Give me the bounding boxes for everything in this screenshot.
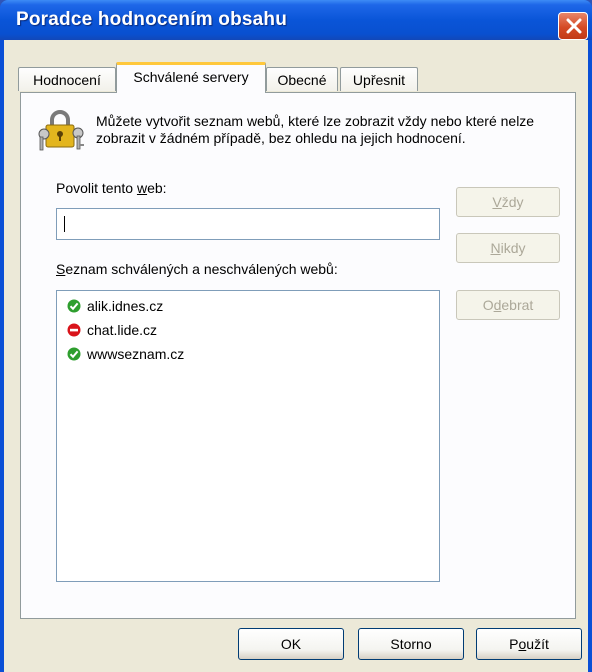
site-name: wwwseznam.cz — [87, 346, 185, 362]
ok-button[interactable]: OK — [238, 628, 344, 660]
label-text: eb: — [147, 180, 167, 196]
apply-button[interactable]: Použít — [476, 628, 582, 660]
button-accesskey: V — [492, 194, 502, 210]
list-item[interactable]: alik.idnes.cz — [67, 297, 267, 317]
tab-label: Hodnocení — [33, 72, 101, 88]
label-text: eznam schválených a neschválených webů: — [65, 261, 338, 277]
button-text: ikdy — [500, 240, 526, 256]
label-accesskey: w — [136, 180, 148, 196]
site-list[interactable]: alik.idnes.cz chat.lide.cz wwwseznam.cz — [56, 290, 440, 582]
text-caret — [64, 216, 65, 232]
button-text: užít — [526, 636, 549, 652]
button-text: O — [482, 297, 494, 313]
tab-hodnoceni[interactable]: Hodnocení — [18, 67, 116, 91]
close-icon — [566, 18, 582, 34]
tab-upresnit[interactable]: Upřesnit — [340, 67, 418, 91]
check-icon — [67, 299, 81, 316]
info-text: Můžete vytvořit seznam webů, které lze z… — [96, 113, 535, 146]
check-icon — [67, 347, 81, 364]
close-button[interactable] — [558, 12, 588, 40]
allow-site-label: Povolit tento web: — [56, 180, 167, 196]
button-accesskey: N — [490, 240, 501, 256]
keys-lock-icon — [38, 108, 86, 152]
cancel-button[interactable]: Storno — [358, 628, 464, 660]
remove-button[interactable]: Odebrat — [456, 290, 560, 320]
dialog-window: Poradce hodnocením obsahu Hodnocení Obec… — [0, 0, 592, 672]
window-title: Poradce hodnocením obsahu — [16, 9, 288, 30]
allow-site-input[interactable] — [56, 208, 440, 240]
tab-label: Obecné — [277, 72, 327, 88]
site-name: alik.idnes.cz — [87, 298, 164, 314]
title-bar[interactable]: Poradce hodnocením obsahu — [0, 0, 592, 40]
never-button[interactable]: Nikdy — [456, 233, 560, 263]
no-entry-icon — [67, 323, 81, 340]
tab-schvalene-servery[interactable]: Schválené servery — [116, 62, 266, 93]
label-text: Povolit tento — [56, 180, 137, 196]
tab-obecne[interactable]: Obecné — [266, 67, 338, 91]
label-accesskey: S — [56, 261, 66, 277]
window-border-right — [588, 40, 592, 672]
button-text: ebrat — [501, 297, 534, 313]
site-name: chat.lide.cz — [87, 322, 158, 338]
list-item[interactable]: wwwseznam.cz — [67, 345, 267, 365]
tab-label: Schválené servery — [133, 69, 249, 85]
site-list-label: Seznam schválených a neschválených webů: — [56, 261, 338, 277]
list-item[interactable]: chat.lide.cz — [67, 321, 267, 341]
button-text: ždy — [501, 194, 524, 210]
always-button[interactable]: Vždy — [456, 187, 560, 217]
tab-label: Upřesnit — [352, 72, 406, 88]
